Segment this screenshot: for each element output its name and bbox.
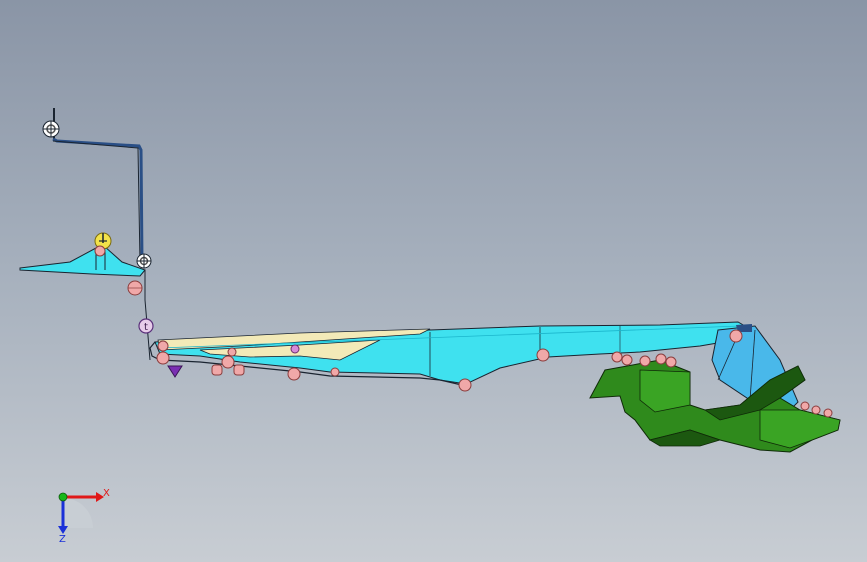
x-axis-label: X	[103, 488, 110, 499]
contact-point-icon	[655, 353, 667, 365]
contact-point-icon	[823, 408, 833, 418]
contact-point-icon	[536, 348, 550, 362]
contact-point-icon	[330, 367, 340, 377]
model-canvas[interactable]: t X Z	[0, 0, 867, 562]
contact-point-icon	[458, 378, 472, 392]
contact-point-icon	[211, 364, 223, 376]
cad-viewport[interactable]: t X Z	[0, 0, 867, 562]
contact-point-icon	[227, 347, 237, 357]
contact-point-icon	[611, 351, 623, 363]
contact-point-icon	[639, 355, 651, 367]
contact-point-icon	[800, 401, 810, 411]
contact-point-icon	[729, 329, 743, 343]
contact-point-icon	[287, 367, 301, 381]
fixture-gauge-icon[interactable]	[42, 120, 60, 138]
coordinate-triad-icon: X Z	[58, 488, 110, 545]
contact-point-icon	[156, 351, 170, 365]
z-axis-label: Z	[59, 534, 66, 545]
svg-text:t: t	[144, 322, 148, 333]
contact-point-icon	[157, 340, 169, 352]
contact-point-icon	[665, 356, 677, 368]
contact-point-icon	[621, 354, 633, 366]
fixture-gauge-icon[interactable]	[136, 253, 152, 269]
contact-point-icon	[290, 344, 300, 354]
contact-point-icon[interactable]	[94, 245, 106, 257]
contact-point-icon	[233, 364, 245, 376]
contact-point-icon	[811, 405, 821, 415]
contact-point-icon	[221, 355, 235, 369]
fixture-bracket[interactable]	[19, 108, 151, 361]
